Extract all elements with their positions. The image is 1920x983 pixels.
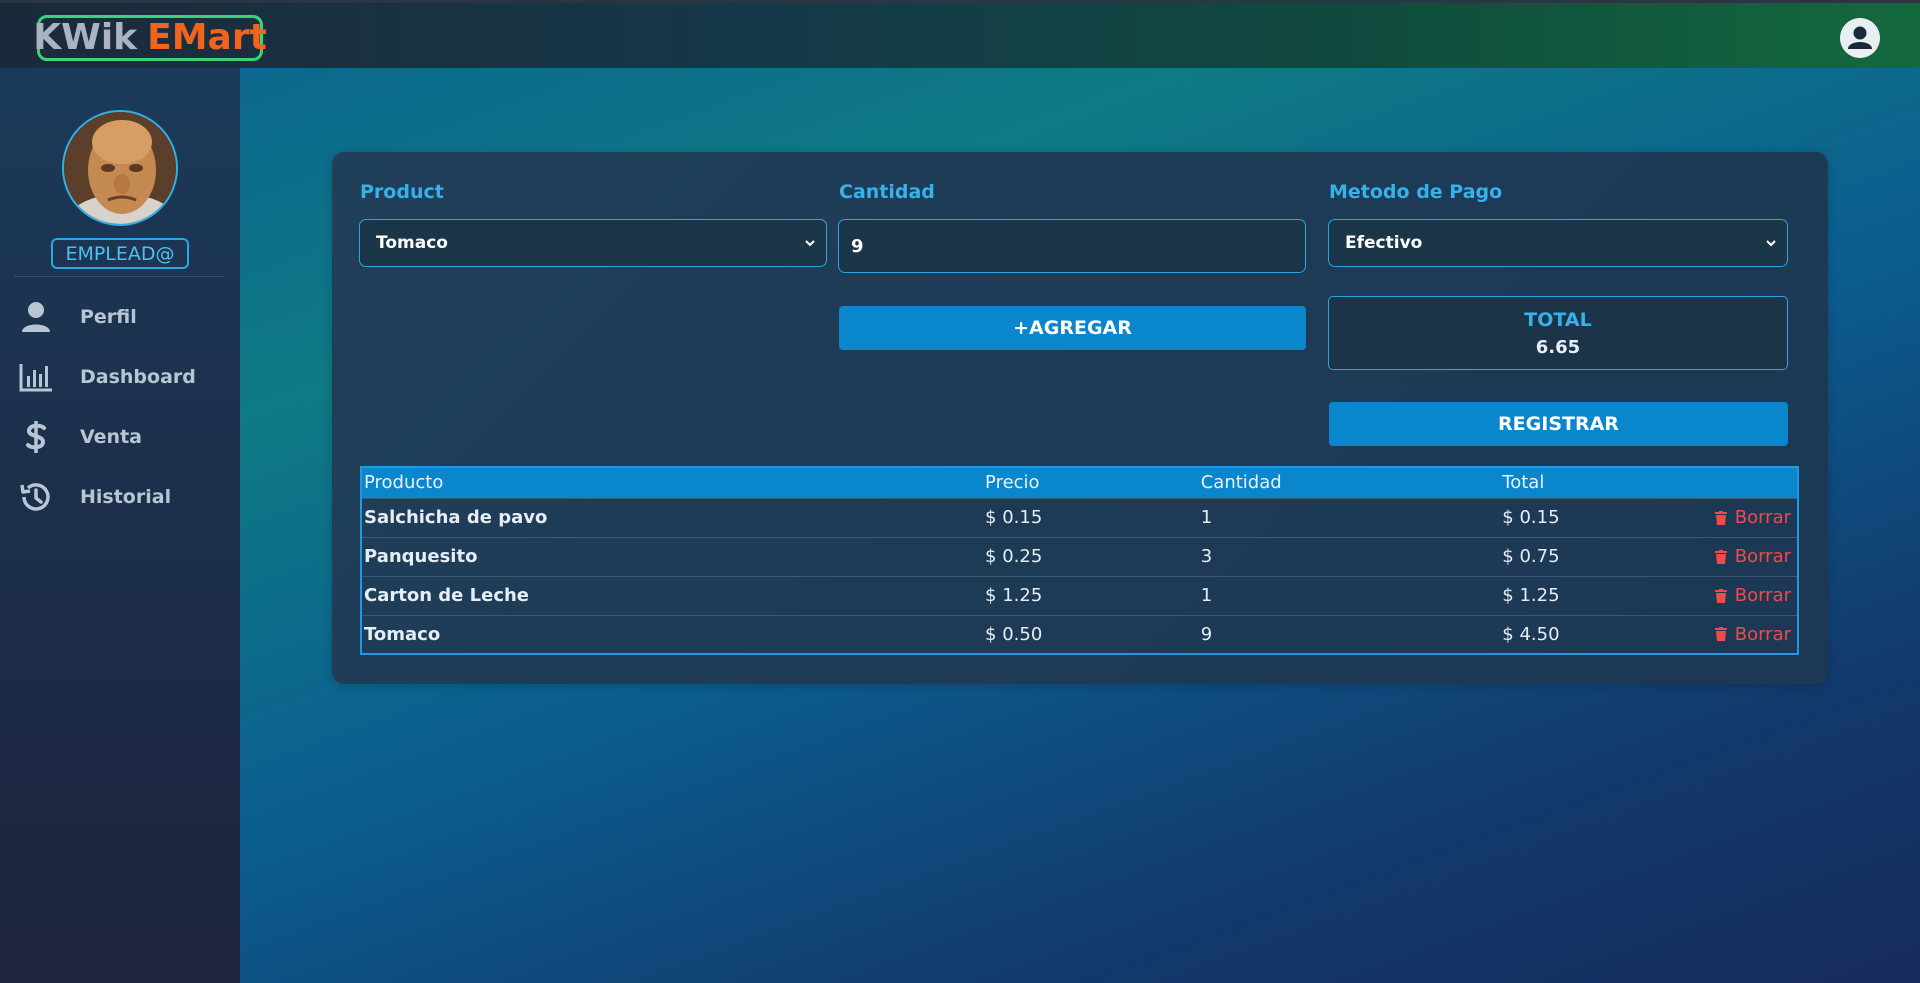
delete-button[interactable]: Borrar: [1662, 507, 1795, 528]
add-button[interactable]: +AGREGAR: [839, 306, 1306, 350]
quantity-input[interactable]: 9: [838, 219, 1306, 273]
total-box: TOTAL 6.65: [1328, 296, 1788, 370]
register-button[interactable]: REGISTRAR: [1329, 402, 1788, 446]
cell-producto: Salchicha de pavo: [361, 497, 984, 537]
brand-logo[interactable]: KWik EMart: [33, 15, 267, 61]
delete-button[interactable]: Borrar: [1662, 585, 1795, 606]
delete-button[interactable]: Borrar: [1662, 624, 1795, 645]
user-icon: [18, 299, 54, 335]
cell-cantidad: 1: [1198, 497, 1501, 537]
trash-icon: [1714, 549, 1727, 564]
sidebar-item-label: Venta: [80, 426, 142, 448]
payment-method-select[interactable]: Efectivo: [1328, 219, 1788, 267]
cell-actions: Borrar: [1660, 614, 1798, 654]
product-select[interactable]: Tomaco: [359, 219, 827, 267]
column-header-cantidad: Cantidad: [1198, 467, 1501, 498]
delete-label: Borrar: [1734, 507, 1791, 528]
cell-total: $ 1.25: [1500, 575, 1661, 615]
column-header-precio: Precio: [983, 467, 1199, 498]
delete-button[interactable]: Borrar: [1662, 546, 1795, 567]
history-icon: [18, 479, 54, 515]
product-select-value: Tomaco: [376, 233, 448, 253]
product-label: Product: [360, 181, 444, 203]
cell-actions: Borrar: [1660, 575, 1798, 615]
delete-label: Borrar: [1734, 546, 1791, 567]
cell-actions: Borrar: [1660, 497, 1798, 537]
brand-part2: EMart: [147, 17, 267, 58]
cell-total: $ 0.75: [1500, 536, 1661, 576]
brand-part1: KWik: [33, 17, 138, 58]
column-header-actions: [1660, 467, 1798, 498]
cell-producto: Tomaco: [361, 614, 984, 654]
quantity-label: Cantidad: [839, 181, 935, 203]
sidebar-item-label: Perfil: [80, 306, 137, 328]
sidebar-item-dashboard[interactable]: Dashboard: [18, 357, 228, 397]
dollar-icon: [18, 419, 54, 455]
table-row: Tomaco $ 0.50 9 $ 4.50 Borrar: [361, 614, 1798, 654]
sidebar-item-label: Dashboard: [80, 366, 196, 388]
chevron-down-icon: [1766, 240, 1776, 247]
cell-producto: Panquesito: [361, 536, 984, 576]
table-header-row: Producto Precio Cantidad Total: [361, 467, 1798, 498]
cell-total: $ 4.50: [1500, 614, 1661, 654]
chevron-down-icon: [805, 240, 815, 247]
sidebar-item-venta[interactable]: Venta: [18, 417, 228, 457]
role-badge: EMPLEAD@: [51, 238, 189, 269]
top-bar: KWik EMart: [0, 0, 1920, 68]
avatar: [62, 110, 178, 226]
trash-icon: [1714, 588, 1727, 603]
cell-cantidad: 3: [1198, 536, 1501, 576]
total-value: 6.65: [1535, 336, 1581, 358]
table-row: Carton de Leche $ 1.25 1 $ 1.25 Borrar: [361, 575, 1798, 615]
column-header-total: Total: [1500, 467, 1661, 498]
cell-precio: $ 0.25: [983, 536, 1199, 576]
payment-method-label: Metodo de Pago: [1329, 181, 1503, 203]
total-label: TOTAL: [1524, 308, 1592, 331]
cell-precio: $ 0.15: [983, 497, 1199, 537]
cell-precio: $ 1.25: [983, 575, 1199, 615]
sidebar-item-label: Historial: [80, 486, 172, 508]
cart-table: Producto Precio Cantidad Total Salchicha…: [360, 466, 1799, 655]
delete-label: Borrar: [1734, 623, 1791, 645]
sidebar-item-historial[interactable]: Historial: [18, 477, 228, 517]
payment-method-value: Efectivo: [1345, 233, 1423, 253]
sidebar-item-perfil[interactable]: Perfil: [18, 297, 228, 337]
delete-label: Borrar: [1734, 585, 1791, 606]
bar-chart-icon: [18, 359, 54, 395]
cell-cantidad: 9: [1198, 614, 1501, 654]
trash-icon: [1714, 627, 1727, 642]
cell-actions: Borrar: [1660, 536, 1798, 576]
sidebar: EMPLEAD@ Perfil Dashboard Venta Historia…: [0, 68, 240, 983]
column-header-producto: Producto: [361, 467, 984, 498]
table-row: Salchicha de pavo $ 0.15 1 $ 0.15 Borrar: [361, 497, 1798, 537]
sale-panel: Product Tomaco Cantidad 9 Metodo de Pago…: [332, 152, 1828, 684]
sidebar-divider: [14, 276, 224, 277]
cell-total: $ 0.15: [1500, 497, 1661, 537]
table-row: Panquesito $ 0.25 3 $ 0.75 Borrar: [361, 536, 1798, 576]
user-account-icon[interactable]: [1840, 18, 1880, 58]
cell-cantidad: 1: [1198, 575, 1501, 615]
cell-precio: $ 0.50: [983, 614, 1199, 654]
cell-producto: Carton de Leche: [361, 575, 984, 615]
trash-icon: [1714, 510, 1727, 525]
